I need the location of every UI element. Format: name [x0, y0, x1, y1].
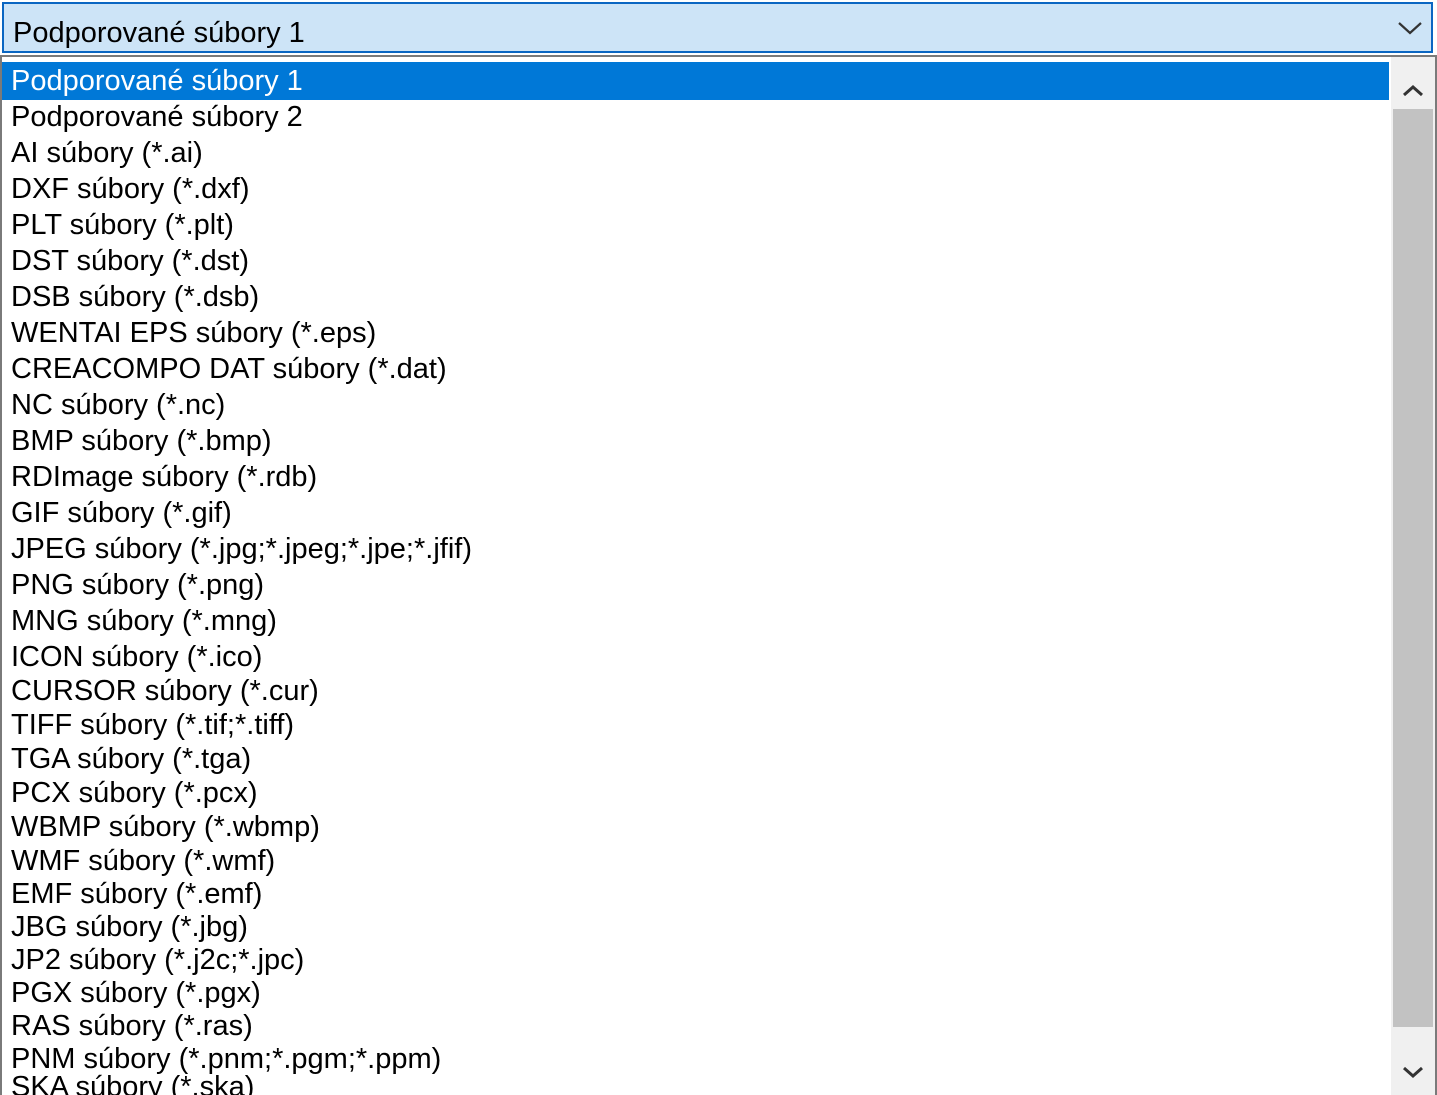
scroll-thumb[interactable]	[1393, 109, 1433, 1027]
combobox-selected-value: Podporované súbory 1	[13, 17, 305, 49]
dropdown-option[interactable]: GIF súbory (*.gif)	[2, 494, 1389, 532]
scroll-up-button[interactable]	[1391, 60, 1435, 110]
dropdown-option[interactable]: DSB súbory (*.dsb)	[2, 278, 1389, 316]
dropdown-option[interactable]: PCX súbory (*.pcx)	[2, 774, 1389, 812]
dropdown-option[interactable]: RDImage súbory (*.rdb)	[2, 458, 1389, 496]
dropdown-option[interactable]: DXF súbory (*.dxf)	[2, 170, 1389, 208]
dropdown-options: Podporované súbory 1 Podporované súbory 2…	[2, 57, 1389, 1095]
dropdown-option[interactable]: CURSOR súbory (*.cur)	[2, 672, 1389, 710]
chevron-down-icon[interactable]	[1397, 16, 1423, 38]
dropdown-option[interactable]: JPEG súbory (*.jpg;*.jpeg;*.jpe;*.jfif)	[2, 530, 1389, 568]
dropdown-option[interactable]: Podporované súbory 2	[2, 98, 1389, 136]
dropdown-option[interactable]: BMP súbory (*.bmp)	[2, 422, 1389, 460]
dropdown-option[interactable]: AI súbory (*.ai)	[2, 134, 1389, 172]
scroll-down-button[interactable]	[1391, 1055, 1435, 1095]
vertical-scrollbar[interactable]	[1391, 57, 1435, 1095]
dropdown-option[interactable]: WENTAI EPS súbory (*.eps)	[2, 314, 1389, 352]
dropdown-option[interactable]: TIFF súbory (*.tif;*.tiff)	[2, 706, 1389, 744]
file-type-dropdown-list[interactable]: Podporované súbory 1 Podporované súbory 2…	[0, 55, 1437, 1095]
dropdown-option[interactable]: NC súbory (*.nc)	[2, 386, 1389, 424]
dropdown-option[interactable]: ICON súbory (*.ico)	[2, 638, 1389, 676]
dropdown-option[interactable]: PNG súbory (*.png)	[2, 566, 1389, 604]
chevron-up-icon	[1391, 60, 1435, 110]
chevron-down-icon	[1391, 1055, 1435, 1095]
dropdown-option[interactable]: WBMP súbory (*.wbmp)	[2, 808, 1389, 846]
dropdown-option[interactable]: CREACOMPO DAT súbory (*.dat)	[2, 350, 1389, 388]
file-type-combobox[interactable]: Podporované súbory 1	[2, 2, 1433, 53]
dropdown-option[interactable]: Podporované súbory 1	[2, 62, 1389, 100]
dropdown-option[interactable]: SKA súbory (*.ska)	[2, 1068, 1389, 1095]
dropdown-option[interactable]: MNG súbory (*.mng)	[2, 602, 1389, 640]
dropdown-option[interactable]: DST súbory (*.dst)	[2, 242, 1389, 280]
dropdown-option[interactable]: PLT súbory (*.plt)	[2, 206, 1389, 244]
dropdown-option[interactable]: TGA súbory (*.tga)	[2, 740, 1389, 778]
